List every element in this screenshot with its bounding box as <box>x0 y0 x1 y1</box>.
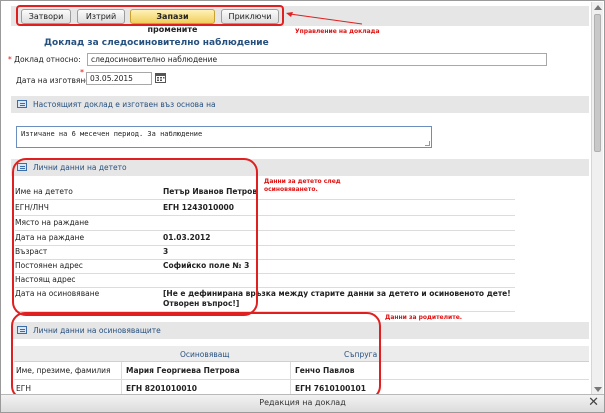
close-icon[interactable]: ✕ <box>588 396 599 410</box>
window-title-bar: Редакция на доклад ✕ <box>1 394 604 412</box>
toolbar-highlight <box>16 5 284 26</box>
date-required-mark: * <box>80 68 84 77</box>
subject-label: * Доклад относно: <box>8 55 81 64</box>
calendar-icon[interactable] <box>155 72 166 83</box>
toolbar-annotation-arrow <box>286 12 363 25</box>
report-editor-window: Затвори Изтрий Запази промените Приключи… <box>0 0 605 413</box>
basis-text: Изтичане на 6 месечен период. За наблюде… <box>21 130 203 138</box>
scroll-up-icon[interactable] <box>594 5 602 10</box>
child-data-highlight <box>12 158 258 316</box>
child-annotation-line1: Данни за детето след <box>264 178 341 185</box>
toolbar-annotation: Управление на доклада <box>295 28 380 35</box>
basis-section-header: Настоящият доклад е изготвен въз основа … <box>11 96 589 113</box>
subject-input[interactable]: следосиновително наблюдение <box>87 53 547 66</box>
resize-grip-icon[interactable] <box>425 141 430 146</box>
page-title: Доклад за следосиновително наблюдение <box>44 38 269 48</box>
scroll-down-icon[interactable] <box>594 387 602 392</box>
parent-data-highlight <box>11 312 381 395</box>
window-title: Редакция на доклад <box>259 398 346 407</box>
scroll-thumb[interactable] <box>594 14 601 152</box>
parent-annotation: Данни за родителите. <box>385 314 463 321</box>
child-annotation-line2: осиновяването. <box>264 186 318 193</box>
date-label: Дата на изготвяне: <box>16 76 93 85</box>
basis-section-title: Настоящият доклад е изготвен въз основа … <box>33 100 216 109</box>
form-icon <box>17 100 27 108</box>
date-input[interactable]: 03.05.2015 <box>86 72 152 85</box>
basis-textarea[interactable]: Изтичане на 6 месечен период. За наблюде… <box>16 126 432 148</box>
vertical-scrollbar[interactable] <box>591 2 603 395</box>
content-area: Затвори Изтрий Запази промените Приключи… <box>2 2 592 395</box>
